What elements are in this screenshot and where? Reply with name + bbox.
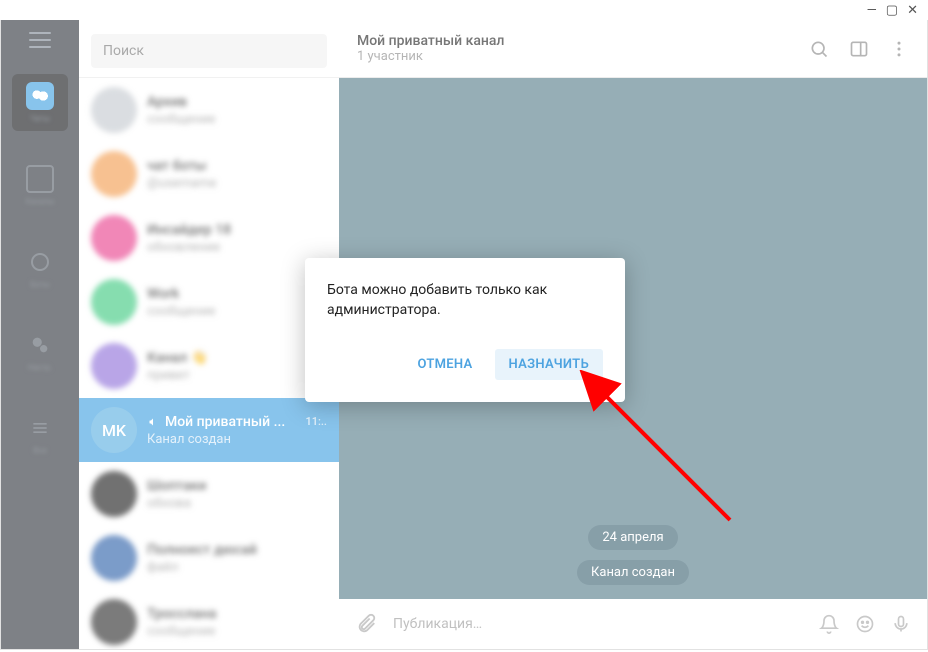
- confirm-dialog: Бота можно добавить только как администр…: [305, 258, 625, 402]
- confirm-button[interactable]: НАЗНАЧИТЬ: [495, 349, 603, 380]
- cancel-button[interactable]: ОТМЕНА: [403, 349, 486, 380]
- window-minimize-icon[interactable]: —: [867, 3, 877, 18]
- window-close-icon[interactable]: ✕: [907, 3, 918, 18]
- dialog-actions: ОТМЕНА НАЗНАЧИТЬ: [327, 349, 603, 380]
- window-maximize-icon[interactable]: ▢: [886, 3, 898, 18]
- dialog-message: Бота можно добавить только как администр…: [327, 280, 603, 321]
- window-titlebar: — ▢ ✕: [0, 0, 928, 20]
